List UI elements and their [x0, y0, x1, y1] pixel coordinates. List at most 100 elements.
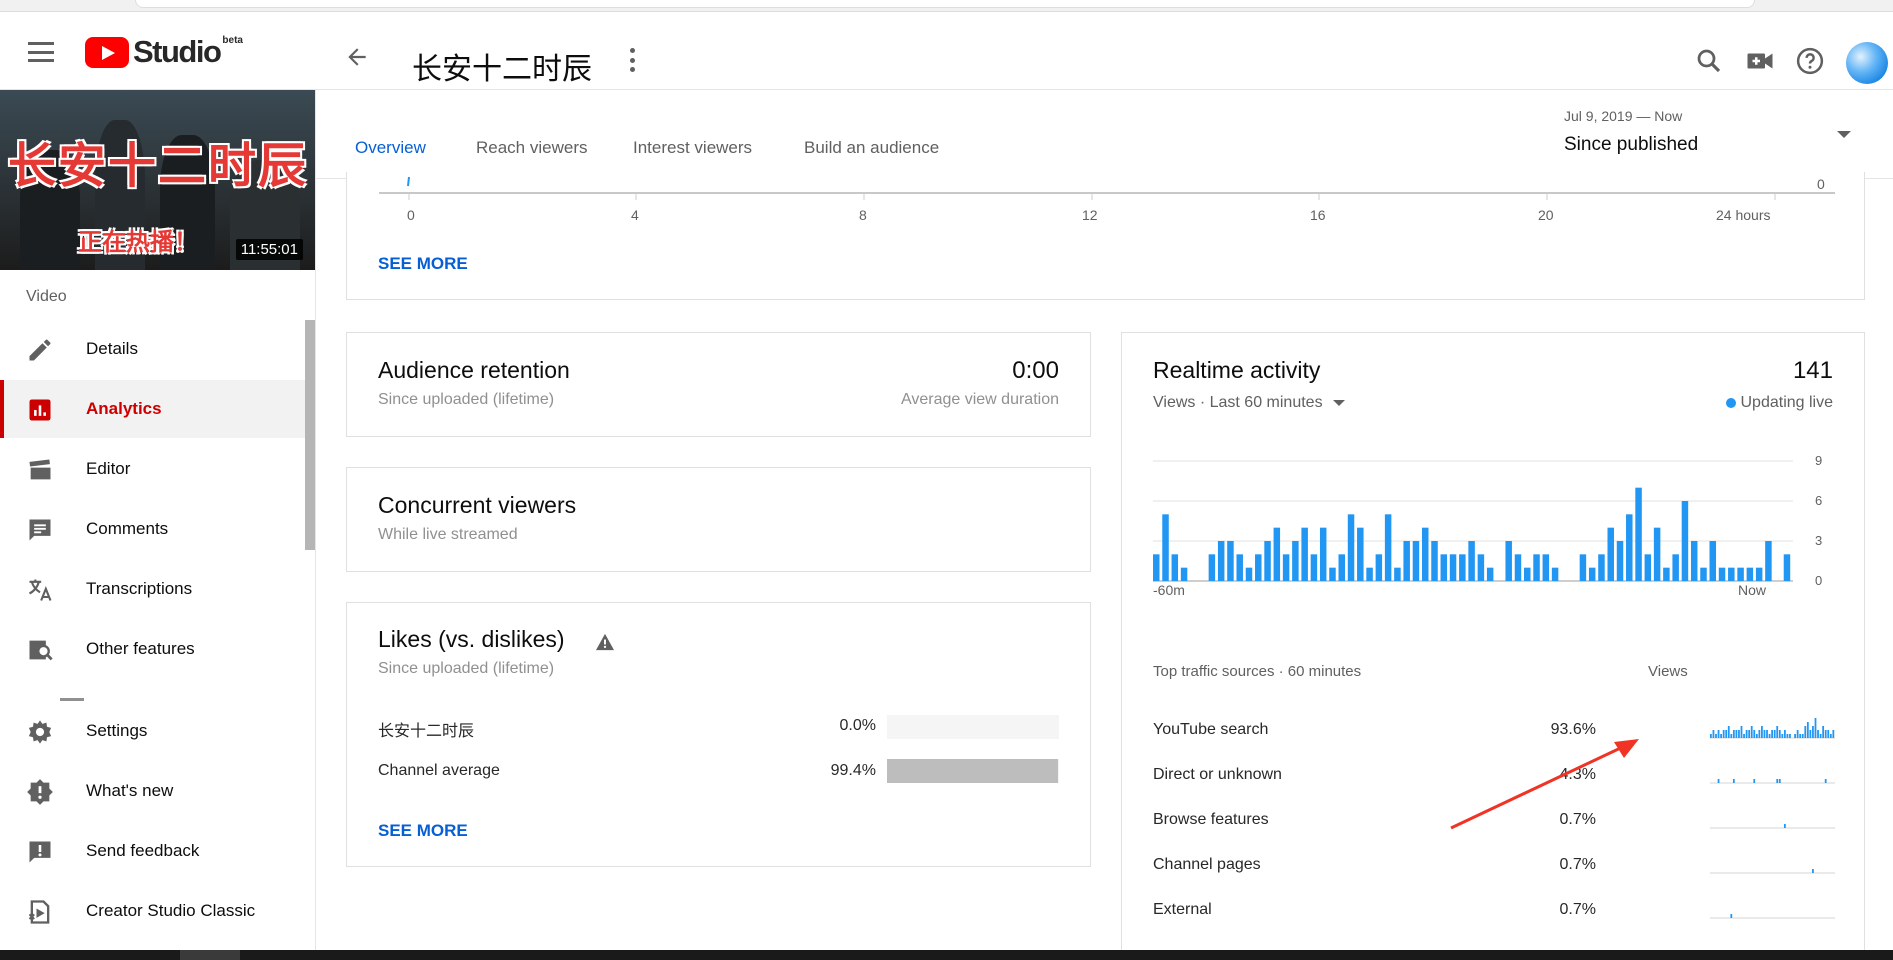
browser-url-bar[interactable]	[135, 0, 1755, 8]
chart-bar[interactable]	[1208, 554, 1216, 581]
chart-bar[interactable]	[1635, 487, 1642, 581]
realtime-metric-selector[interactable]: Views · Last 60 minutes	[1153, 394, 1345, 412]
sidebar-item-other-features[interactable]: Other features	[0, 620, 305, 678]
youtube-studio-logo[interactable]: Studio beta	[85, 34, 243, 70]
chart-bar[interactable]	[1588, 567, 1596, 581]
chart-bar[interactable]	[1579, 554, 1587, 581]
tab-build-an-audience[interactable]: Build an audience	[804, 138, 939, 158]
sidebar-item-creator-studio-classic[interactable]: Creator Studio Classic	[0, 882, 305, 940]
chevron-down-icon[interactable]	[1837, 131, 1851, 138]
chart-bar[interactable]	[1551, 567, 1559, 581]
chart-bar[interactable]	[1366, 567, 1373, 581]
chart-bar[interactable]	[1626, 514, 1633, 581]
chart-bar[interactable]	[1486, 567, 1494, 581]
chart-bar[interactable]	[1180, 567, 1188, 581]
help-icon[interactable]	[1795, 46, 1825, 76]
account-avatar[interactable]	[1846, 42, 1888, 84]
create-video-icon[interactable]	[1745, 46, 1775, 76]
chart-bar[interactable]	[1236, 554, 1243, 581]
chart-bar[interactable]	[1319, 527, 1327, 581]
video-thumbnail[interactable]: 长安十二时辰 正在热播！ 11:55:01	[0, 90, 315, 270]
chart-bar[interactable]	[1477, 554, 1485, 581]
sparkline-bar	[1715, 734, 1717, 738]
warning-icon[interactable]	[595, 633, 615, 651]
chart-bar[interactable]	[1459, 554, 1466, 581]
chart-bar[interactable]	[1153, 554, 1160, 581]
chart-bar[interactable]	[1255, 554, 1262, 581]
chart-bar[interactable]	[1514, 554, 1522, 581]
x-tick-label: Now	[1738, 582, 1767, 595]
chart-bar[interactable]	[1653, 527, 1661, 581]
chart-bar[interactable]	[1644, 554, 1652, 581]
chart-bar[interactable]	[1681, 501, 1689, 581]
chart-bar[interactable]	[1755, 567, 1763, 581]
chart-bar[interactable]	[1292, 541, 1299, 581]
sidebar-item-analytics[interactable]: Analytics	[0, 380, 305, 438]
sidebar-item-editor[interactable]: Editor	[0, 440, 305, 498]
chart-bar[interactable]	[1357, 527, 1364, 581]
chart-bar[interactable]	[1227, 541, 1234, 581]
back-arrow-icon[interactable]	[344, 44, 370, 70]
chart-bar[interactable]	[1663, 567, 1670, 581]
chart-bar[interactable]	[1282, 554, 1290, 581]
see-more-link[interactable]: SEE MORE	[378, 254, 468, 274]
video-duration: 11:55:01	[235, 239, 303, 260]
chart-bar[interactable]	[1542, 554, 1550, 581]
chart-bar[interactable]	[1524, 567, 1531, 581]
chart-bar[interactable]	[1329, 567, 1336, 581]
chart-bar[interactable]	[1375, 554, 1383, 581]
chart-bar[interactable]	[1245, 567, 1253, 581]
tab-overview[interactable]: Overview	[355, 138, 426, 158]
sidebar-item-send-feedback[interactable]: Send feedback	[0, 822, 305, 880]
chart-bar[interactable]	[1449, 554, 1457, 581]
chart-bar[interactable]	[1421, 527, 1429, 581]
chart-bar[interactable]	[1533, 554, 1540, 581]
chart-bar[interactable]	[1273, 527, 1281, 581]
chart-bar[interactable]	[1709, 541, 1717, 581]
chart-bar[interactable]	[1468, 541, 1475, 581]
chart-bar[interactable]	[1690, 541, 1698, 581]
chart-bar[interactable]	[1384, 514, 1392, 581]
chart-bar[interactable]	[1746, 567, 1754, 581]
chart-bar[interactable]	[1412, 541, 1420, 581]
tab-interest-viewers[interactable]: Interest viewers	[633, 138, 752, 158]
search-icon[interactable]	[1694, 46, 1724, 76]
chart-bar[interactable]	[1394, 567, 1401, 581]
sidebar-item-comments[interactable]: Comments	[0, 500, 305, 558]
audience-retention-card[interactable]: Audience retention Since uploaded (lifet…	[346, 332, 1091, 437]
date-range-selector[interactable]: Jul 9, 2019 — Now Since published	[1564, 108, 1698, 156]
chart-bar[interactable]	[1598, 554, 1605, 581]
see-more-link[interactable]: SEE MORE	[378, 821, 468, 841]
chart-bar[interactable]	[1338, 554, 1345, 581]
chart-bar[interactable]	[1765, 541, 1772, 581]
chart-bar[interactable]	[1431, 541, 1438, 581]
chart-bar[interactable]	[1217, 541, 1225, 581]
menu-icon[interactable]	[28, 42, 54, 62]
chart-bar[interactable]	[1310, 554, 1318, 581]
sidebar-item-whats-new[interactable]: What's new	[0, 762, 305, 820]
more-options-icon[interactable]	[628, 48, 636, 72]
chart-bar[interactable]	[1301, 527, 1308, 581]
likes-row-label: Channel average	[378, 762, 500, 779]
chart-bar[interactable]	[1737, 567, 1744, 581]
sidebar-item-transcriptions[interactable]: Transcriptions	[0, 560, 305, 618]
chart-bar[interactable]	[1440, 554, 1448, 581]
chart-bar[interactable]	[1347, 514, 1355, 581]
chart-bar[interactable]	[1718, 567, 1726, 581]
tab-reach-viewers[interactable]: Reach viewers	[476, 138, 588, 158]
chart-bar[interactable]	[1505, 541, 1512, 581]
chart-bar[interactable]	[1171, 554, 1179, 581]
chart-bar[interactable]	[1264, 541, 1271, 581]
sidebar-item-details[interactable]: Details	[0, 320, 305, 378]
sidebar-item-settings[interactable]: Settings	[0, 702, 305, 760]
concurrent-viewers-card[interactable]: Concurrent viewers While live streamed	[346, 467, 1091, 572]
chart-bar[interactable]	[1700, 567, 1707, 581]
sidebar-scrollbar[interactable]	[305, 320, 315, 550]
chart-bar[interactable]	[1783, 554, 1791, 581]
chart-bar[interactable]	[1162, 514, 1169, 581]
chart-bar[interactable]	[1672, 554, 1679, 581]
chart-bar[interactable]	[1403, 541, 1410, 581]
chart-bar[interactable]	[1616, 541, 1624, 581]
chart-bar[interactable]	[1728, 567, 1735, 581]
chart-bar[interactable]	[1607, 527, 1614, 581]
